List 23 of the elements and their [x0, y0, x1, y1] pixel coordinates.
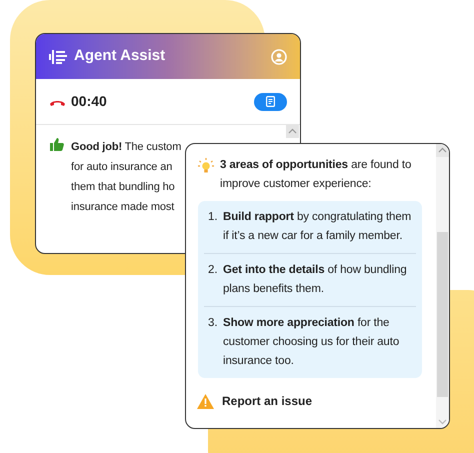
suggestion-text: Show more appreciation for the customer choosing us for their auto insurance too. [223, 316, 400, 369]
feedback-text-line: Good job! The custom [71, 140, 182, 155]
item-number: 2. [208, 263, 219, 278]
notes-button[interactable] [254, 92, 287, 110]
report-issue-link[interactable]: Report an issue [222, 392, 312, 410]
call-timer: 00:40 [71, 92, 107, 111]
window-title: Agent Assist [74, 46, 166, 66]
warning-icon [197, 394, 214, 408]
suggestion-text: Get into the details of how bundling plans benefits them. [223, 263, 408, 297]
scroll-thumb[interactable] [437, 232, 448, 397]
logo-icon [49, 48, 67, 64]
feedback-text-line: them that bundling ho [71, 180, 176, 195]
document-icon [266, 96, 275, 107]
thumbs-up-icon [50, 137, 64, 151]
item-number: 1. [208, 210, 219, 225]
lightbulb-icon [198, 158, 214, 174]
item-number: 3. [208, 316, 219, 331]
summary-text: 3 areas of opportunities are found to improve customer experience: [220, 158, 412, 192]
user-icon[interactable] [271, 48, 287, 64]
suggestion-text: Build rapport by congratulating them if it’s a new car for a family member. [223, 210, 412, 244]
scrollbar[interactable] [436, 144, 449, 428]
feedback-text-line: insurance made most [71, 200, 176, 215]
feedback-text-line: for auto insurance an [71, 160, 174, 175]
